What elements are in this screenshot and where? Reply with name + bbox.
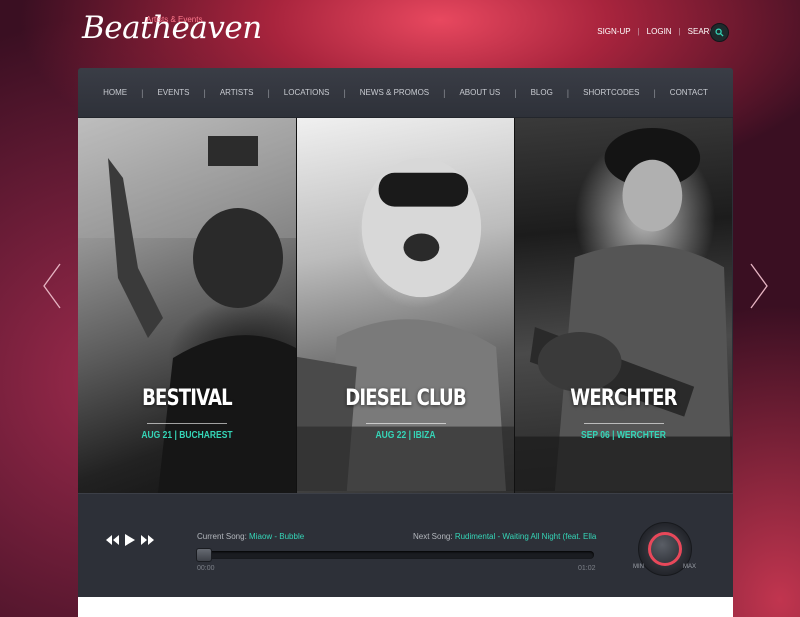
- time-total: 01:02: [578, 565, 596, 572]
- slide-caption: DIESEL CLUB AUG 22 | IBIZA: [297, 386, 514, 441]
- event-date: AUG 21 | BUCHAREST: [141, 430, 233, 441]
- event-date: AUG 22 | IBIZA: [375, 430, 436, 441]
- current-song-title: Miaow - Bubble: [249, 532, 305, 541]
- caption-divider: [583, 423, 664, 424]
- slide-caption: BESTIVAL AUG 21 | BUCHAREST: [78, 386, 296, 441]
- chevron-left-icon[interactable]: [42, 262, 62, 310]
- nav-events[interactable]: EVENTS: [143, 88, 203, 97]
- current-song-label: Current Song:: [197, 532, 247, 541]
- nav-news-promos[interactable]: NEWS & PROMOS: [346, 88, 443, 97]
- top-links: SIGN-UP | LOGIN | SEARCH: [590, 27, 728, 36]
- event-slider: BESTIVAL AUG 21 | BUCHAREST DIESEL CLUB …: [78, 118, 733, 493]
- slide-caption: WERCHTER SEP 06 | WERCHTER: [515, 386, 732, 441]
- progress-track[interactable]: [196, 548, 594, 562]
- volume-min-label: MIN: [633, 564, 644, 570]
- rewind-icon[interactable]: [106, 535, 119, 545]
- player-controls: [106, 534, 154, 546]
- nav-contact[interactable]: CONTACT: [656, 88, 722, 97]
- nav-home[interactable]: HOME: [89, 88, 141, 97]
- next-song: Next Song: Rudimental - Waiting All Nigh…: [413, 532, 596, 541]
- volume-knob-center: [648, 532, 682, 566]
- time-elapsed: 00:00: [197, 565, 215, 572]
- slide-event-3[interactable]: WERCHTER SEP 06 | WERCHTER: [514, 118, 732, 493]
- chevron-right-icon[interactable]: [749, 262, 769, 310]
- current-song: Current Song: Miaow - Bubble: [197, 532, 304, 541]
- fast-forward-icon[interactable]: [141, 535, 154, 545]
- logo-tagline: Artists & Events: [146, 15, 203, 24]
- volume-max-label: MAX: [683, 564, 697, 570]
- nav-shortcodes[interactable]: SHORTCODES: [569, 88, 653, 97]
- search-button[interactable]: [710, 23, 729, 42]
- main-nav: HOME | EVENTS | ARTISTS | LOCATIONS | NEWS &…: [78, 68, 733, 118]
- main-panel: HOME | EVENTS | ARTISTS | LOCATIONS | NEWS &…: [78, 68, 733, 617]
- caption-divider: [147, 423, 227, 424]
- next-song-label: Next Song:: [413, 532, 453, 541]
- login-link[interactable]: LOGIN: [640, 27, 679, 36]
- nav-locations[interactable]: LOCATIONS: [270, 88, 344, 97]
- event-title: BESTIVAL: [142, 386, 233, 411]
- event-date: SEP 06 | WERCHTER: [581, 430, 666, 441]
- nav-about-us[interactable]: ABOUT US: [445, 88, 514, 97]
- audio-player: Current Song: Miaow - Bubble Next Song: …: [78, 493, 733, 597]
- play-icon[interactable]: [125, 534, 135, 546]
- nav-blog[interactable]: BLOG: [517, 88, 567, 97]
- signup-link[interactable]: SIGN-UP: [590, 27, 637, 36]
- slide-event-1[interactable]: BESTIVAL AUG 21 | BUCHAREST: [78, 118, 296, 493]
- progress-handle[interactable]: [196, 548, 212, 562]
- site-logo[interactable]: Beatheaven Artists & Events: [82, 10, 262, 46]
- event-title: WERCHTER: [570, 386, 677, 411]
- search-icon: [715, 28, 724, 37]
- content-area-start: [78, 597, 733, 617]
- slide-event-2[interactable]: DIESEL CLUB AUG 22 | IBIZA: [296, 118, 514, 493]
- next-song-title: Rudimental - Waiting All Night (feat. El…: [454, 532, 597, 541]
- nav-artists[interactable]: ARTISTS: [206, 88, 268, 97]
- caption-divider: [365, 423, 446, 424]
- event-title: DIESEL CLUB: [345, 386, 466, 411]
